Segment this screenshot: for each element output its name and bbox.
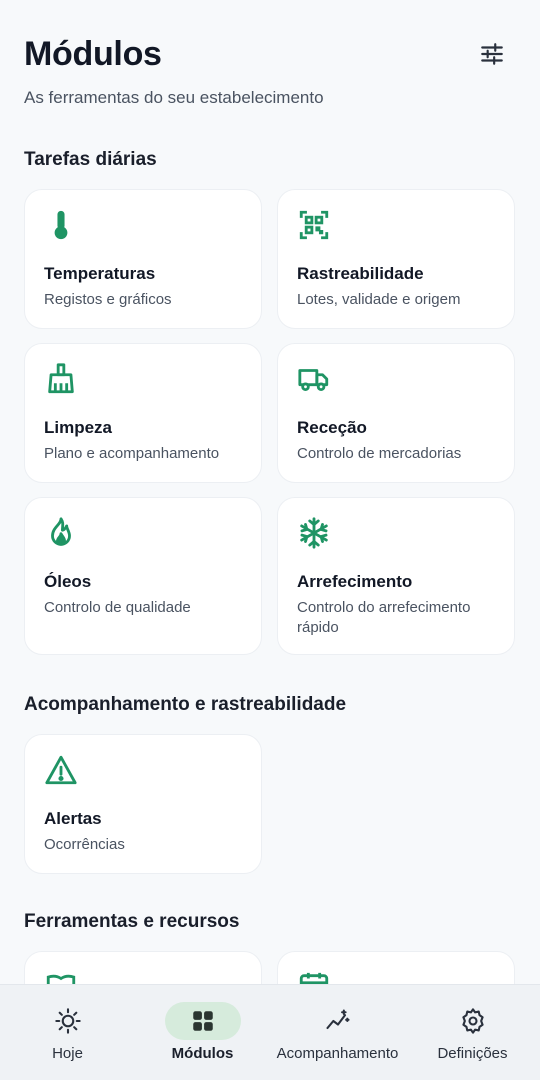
bottom-navigation: Hoje Módulos Acompanhamento Definições bbox=[0, 984, 540, 1080]
nav-label: Módulos bbox=[171, 1045, 234, 1062]
nav-item-settings[interactable]: Definições bbox=[405, 985, 540, 1080]
broom-icon bbox=[48, 363, 74, 394]
filter-button[interactable] bbox=[476, 38, 508, 70]
module-card-alerts[interactable]: Alertas Ocorrências bbox=[24, 734, 262, 874]
module-card-cleaning[interactable]: Limpeza Plano e acompanhamento bbox=[24, 343, 262, 483]
card-description: Controlo de mercadorias bbox=[297, 445, 462, 462]
card-title: Óleos bbox=[44, 572, 92, 591]
sun-icon bbox=[54, 1008, 81, 1034]
snowflake-icon bbox=[300, 517, 328, 549]
section-title-tracking: Acompanhamento e rastreabilidade bbox=[24, 694, 347, 715]
nav-label: Acompanhamento bbox=[276, 1045, 399, 1062]
qr-code-icon bbox=[299, 210, 329, 240]
flame-icon bbox=[51, 517, 71, 546]
card-description: Lotes, validade e origem bbox=[297, 291, 461, 308]
card-title: Alertas bbox=[44, 809, 102, 828]
thermometer-icon bbox=[54, 210, 68, 240]
truck-icon bbox=[298, 369, 329, 392]
section-title-tools: Ferramentas e recursos bbox=[24, 911, 240, 932]
module-card-oils[interactable]: Óleos Controlo de qualidade bbox=[24, 497, 262, 655]
nav-item-today[interactable]: Hoje bbox=[0, 985, 135, 1080]
gear-icon bbox=[461, 1008, 484, 1034]
nav-item-tracking[interactable]: Acompanhamento bbox=[270, 985, 405, 1080]
page-header: Módulos bbox=[24, 30, 516, 80]
card-description: Registos e gráficos bbox=[44, 291, 172, 308]
module-card-reception[interactable]: Receção Controlo de mercadorias bbox=[277, 343, 515, 483]
card-description: Ocorrências bbox=[44, 836, 125, 853]
warning-icon bbox=[45, 755, 77, 785]
page-subtitle: As ferramentas do seu estabelecimento bbox=[24, 88, 324, 107]
module-card-cooling[interactable]: Arrefecimento Controlo do arrefecimento … bbox=[277, 497, 515, 655]
card-description: Controlo de qualidade bbox=[44, 599, 191, 616]
card-description: Controlo do arrefecimento rápido bbox=[297, 599, 471, 636]
card-description: Plano e acompanhamento bbox=[44, 445, 220, 462]
nav-item-modules[interactable]: Módulos bbox=[135, 985, 270, 1080]
trend-icon bbox=[325, 1009, 350, 1030]
page-title: Módulos bbox=[24, 35, 162, 73]
nav-label: Hoje bbox=[52, 1045, 83, 1062]
module-card-temperatures[interactable]: Temperaturas Registos e gráficos bbox=[24, 189, 262, 329]
card-title: Rastreabilidade bbox=[297, 264, 424, 283]
card-title: Temperaturas bbox=[44, 264, 156, 283]
nav-label: Definições bbox=[437, 1045, 508, 1062]
section-title-daily-tasks: Tarefas diárias bbox=[24, 149, 157, 170]
module-card-traceability[interactable]: Rastreabilidade Lotes, validade e origem bbox=[277, 189, 515, 329]
card-title: Limpeza bbox=[44, 418, 113, 437]
card-title: Receção bbox=[297, 418, 367, 437]
grid-icon bbox=[192, 1011, 213, 1031]
card-title: Arrefecimento bbox=[297, 572, 413, 591]
sliders-icon bbox=[481, 43, 503, 65]
